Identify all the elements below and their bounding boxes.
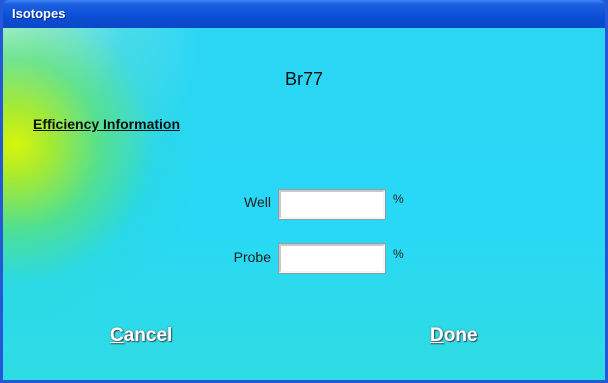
isotopes-dialog: Isotopes Br77 Efficiency Information Wel… xyxy=(0,0,608,383)
probe-efficiency-input[interactable] xyxy=(278,243,386,274)
isotope-name: Br77 xyxy=(284,69,324,89)
well-label: Well xyxy=(244,194,271,210)
well-efficiency-input[interactable] xyxy=(278,189,386,220)
well-percent-unit: % xyxy=(393,192,404,206)
cancel-button-label: ancel xyxy=(123,325,173,346)
efficiency-heading: Efficiency Information xyxy=(33,116,181,132)
title-bar[interactable]: Isotopes xyxy=(3,0,605,28)
probe-percent-unit: % xyxy=(393,247,404,261)
done-button-label: one xyxy=(443,325,478,346)
dialog-body: Br77 Efficiency Information Well % Probe… xyxy=(3,28,605,380)
done-button[interactable]: Done xyxy=(430,325,478,347)
window-title: Isotopes xyxy=(12,6,66,21)
cancel-button-mnemonic: C xyxy=(110,325,124,346)
probe-label: Probe xyxy=(233,249,271,265)
done-button-mnemonic: D xyxy=(430,325,444,346)
cancel-button[interactable]: Cancel xyxy=(110,325,172,347)
